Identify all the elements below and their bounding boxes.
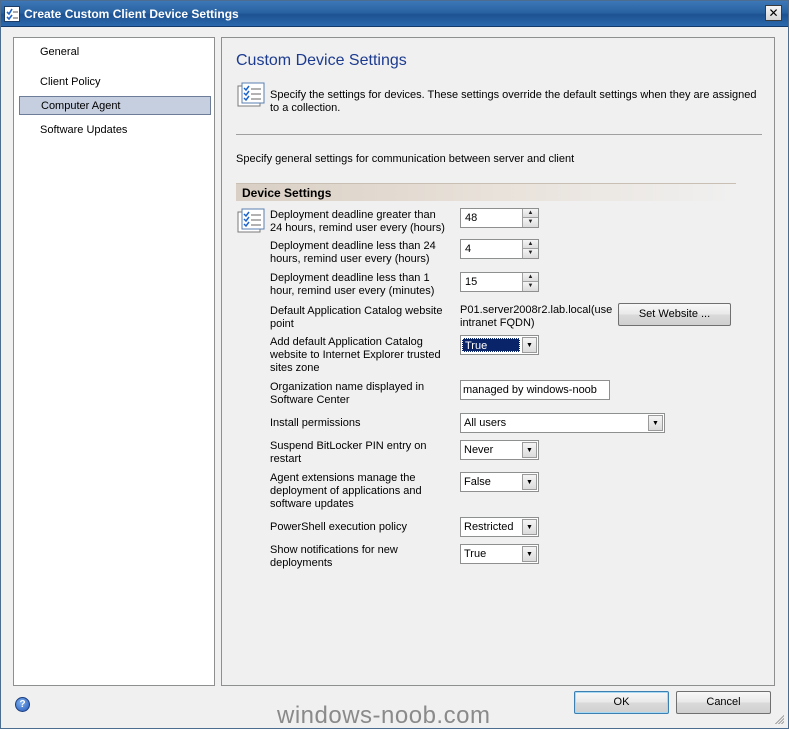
notifications-value: True: [464, 548, 487, 560]
close-icon: ✕: [768, 6, 779, 20]
watermark-text: windows-noob.com: [277, 702, 491, 729]
section-label: Device Settings: [242, 186, 332, 200]
trusted-sites-select[interactable]: True ▼: [460, 335, 539, 355]
chevron-down-icon[interactable]: ▼: [522, 337, 537, 353]
page-title: Custom Device Settings: [236, 52, 407, 69]
app-catalog-value: P01.server2008r2.lab.local(use intranet …: [460, 304, 613, 329]
agent-extensions-select[interactable]: False ▼: [460, 472, 539, 492]
agent-extensions-value: False: [464, 476, 491, 488]
org-name-label: Organization name displayed in Software …: [270, 381, 425, 406]
install-permissions-value: All users: [464, 417, 507, 429]
window-title: Create Custom Client Device Settings: [24, 7, 239, 21]
bitlocker-value: Never: [464, 444, 494, 456]
deadline-24h-spin-buttons: ▲ ▼: [522, 209, 538, 227]
chevron-down-icon[interactable]: ▼: [522, 546, 537, 562]
agent-extensions-label: Agent extensions manage the deployment o…: [270, 472, 422, 510]
bitlocker-label: Suspend BitLocker PIN entry on restart: [270, 440, 427, 465]
spin-down-icon[interactable]: ▼: [523, 218, 538, 227]
notifications-label: Show notifications for new deployments: [270, 544, 398, 569]
spin-up-icon[interactable]: ▲: [523, 273, 538, 282]
chevron-down-icon[interactable]: ▼: [648, 415, 663, 431]
device-settings-checklist-icon: [236, 208, 266, 234]
section-header: Device Settings: [236, 183, 736, 201]
app-catalog-label: Default Application Catalog website poin…: [270, 305, 443, 330]
deadline-24h-label: Deployment deadline greater than 24 hour…: [270, 209, 445, 234]
ok-button[interactable]: OK: [574, 691, 669, 714]
install-permissions-label: Install permissions: [270, 417, 361, 429]
spin-up-icon[interactable]: ▲: [523, 209, 538, 218]
header-description: Specify the settings for devices. These …: [270, 89, 757, 114]
spin-down-icon[interactable]: ▼: [523, 282, 538, 291]
powershell-label: PowerShell execution policy: [270, 521, 407, 533]
org-name-input[interactable]: managed by windows-noob: [460, 380, 610, 400]
org-name-value: managed by windows-noob: [463, 384, 597, 396]
nav-item-general[interactable]: General: [19, 43, 211, 62]
notifications-select[interactable]: True ▼: [460, 544, 539, 564]
chevron-down-icon[interactable]: ▼: [522, 519, 537, 535]
deadline-24h-value: 48: [465, 212, 478, 224]
deadline-24h-stepper[interactable]: 48 ▲ ▼: [460, 208, 539, 228]
trusted-sites-label: Add default Application Catalog website …: [270, 336, 441, 374]
spin-down-icon[interactable]: ▼: [523, 249, 538, 258]
help-icon[interactable]: ?: [15, 697, 30, 712]
powershell-select[interactable]: Restricted ▼: [460, 517, 539, 537]
chevron-down-icon[interactable]: ▼: [522, 474, 537, 490]
spin-up-icon[interactable]: ▲: [523, 240, 538, 249]
install-permissions-select[interactable]: All users ▼: [460, 413, 665, 433]
content-pane: Custom Device Settings Specify the setti…: [221, 37, 775, 686]
navigation-pane: General Client Policy Computer Agent Sof…: [13, 37, 215, 686]
deadline-lt24h-value: 4: [465, 243, 472, 255]
deadline-lt24h-stepper[interactable]: 4 ▲ ▼: [460, 239, 539, 259]
set-website-button[interactable]: Set Website ...: [618, 303, 731, 326]
nav-item-client-policy[interactable]: Client Policy: [19, 73, 211, 92]
deadline-lt24h-label: Deployment deadline less than 24 hours, …: [270, 240, 436, 265]
nav-item-computer-agent[interactable]: Computer Agent: [19, 96, 211, 115]
separator: [236, 134, 762, 135]
resize-grip[interactable]: [774, 714, 784, 724]
title-bar[interactable]: Create Custom Client Device Settings ✕: [1, 1, 788, 27]
powershell-value: Restricted: [464, 521, 514, 533]
settings-checklist-icon: [236, 82, 266, 108]
deadline-lt24h-spin-buttons: ▲ ▼: [522, 240, 538, 258]
deadline-lt1h-stepper[interactable]: 15 ▲ ▼: [460, 272, 539, 292]
bitlocker-select[interactable]: Never ▼: [460, 440, 539, 460]
general-description: Specify general settings for communicati…: [236, 153, 575, 165]
nav-item-software-updates[interactable]: Software Updates: [19, 121, 211, 140]
deadline-lt1h-spin-buttons: ▲ ▼: [522, 273, 538, 291]
dialog-window: Create Custom Client Device Settings ✕ G…: [0, 0, 789, 729]
window-checklist-icon: [4, 6, 20, 22]
cancel-button[interactable]: Cancel: [676, 691, 771, 714]
deadline-lt1h-value: 15: [465, 276, 478, 288]
chevron-down-icon[interactable]: ▼: [522, 442, 537, 458]
trusted-sites-value: True: [462, 338, 520, 352]
deadline-lt1h-label: Deployment deadline less than 1 hour, re…: [270, 272, 435, 297]
close-button[interactable]: ✕: [765, 5, 782, 21]
